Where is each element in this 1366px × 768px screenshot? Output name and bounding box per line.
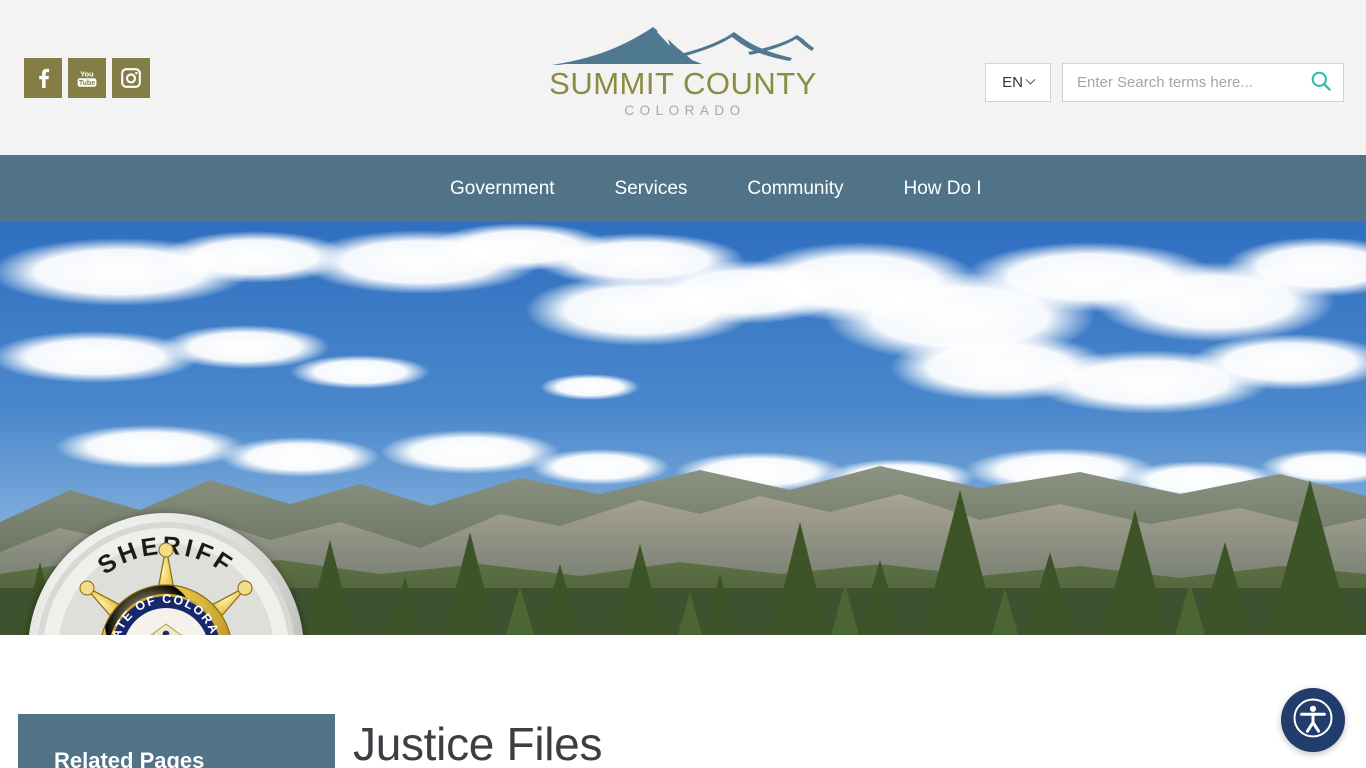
youtube-icon: You Tube	[74, 67, 100, 89]
site-header: You Tube SUMMIT COUNTY COLORADO EN Enter…	[0, 0, 1366, 155]
social-links: You Tube	[24, 58, 150, 98]
site-logo[interactable]: SUMMIT COUNTY COLORADO	[533, 24, 833, 118]
main-navigation: Government Services Community How Do I	[0, 155, 1366, 222]
logo-secondary-text: COLORADO	[624, 102, 746, 118]
logo-primary-text: SUMMIT COUNTY	[549, 66, 817, 101]
search-area: EN	[985, 63, 1344, 102]
nav-item-community[interactable]: Community	[717, 155, 873, 222]
search-box	[1062, 63, 1344, 102]
nav-item-services[interactable]: Services	[585, 155, 718, 222]
sheriff-badge: SHERIFF SUMMIT COUNTY COLORADO	[28, 513, 304, 635]
search-input[interactable]	[1063, 74, 1299, 91]
facebook-icon	[33, 67, 53, 89]
language-selector[interactable]: EN	[985, 63, 1051, 102]
nav-item-how-do-i[interactable]: How Do I	[873, 155, 1011, 222]
social-link-facebook[interactable]	[24, 58, 62, 98]
language-value: EN	[1002, 74, 1023, 91]
instagram-icon	[120, 67, 142, 89]
related-pages-title: Related Pages	[54, 748, 205, 768]
related-pages-panel: Related Pages	[18, 714, 335, 768]
nav-item-government[interactable]: Government	[420, 155, 585, 222]
page-title: Justice Files	[353, 718, 603, 768]
social-link-instagram[interactable]	[112, 58, 150, 98]
main-content: Related Pages Justice Files	[0, 635, 1366, 768]
search-icon	[1309, 69, 1333, 96]
chevron-down-icon	[1025, 74, 1036, 85]
social-link-youtube[interactable]: You Tube	[68, 58, 106, 98]
accessibility-person-icon	[1292, 697, 1334, 744]
svg-text:Tube: Tube	[79, 80, 95, 87]
hero-banner: SHERIFF SUMMIT COUNTY COLORADO	[0, 222, 1366, 635]
search-button[interactable]	[1299, 64, 1343, 101]
mountain-logo-icon	[552, 27, 814, 65]
svg-text:You: You	[80, 70, 94, 79]
accessibility-widget-button[interactable]	[1281, 688, 1345, 752]
sheriff-badge-icon: SHERIFF SUMMIT COUNTY COLORADO	[35, 520, 294, 635]
